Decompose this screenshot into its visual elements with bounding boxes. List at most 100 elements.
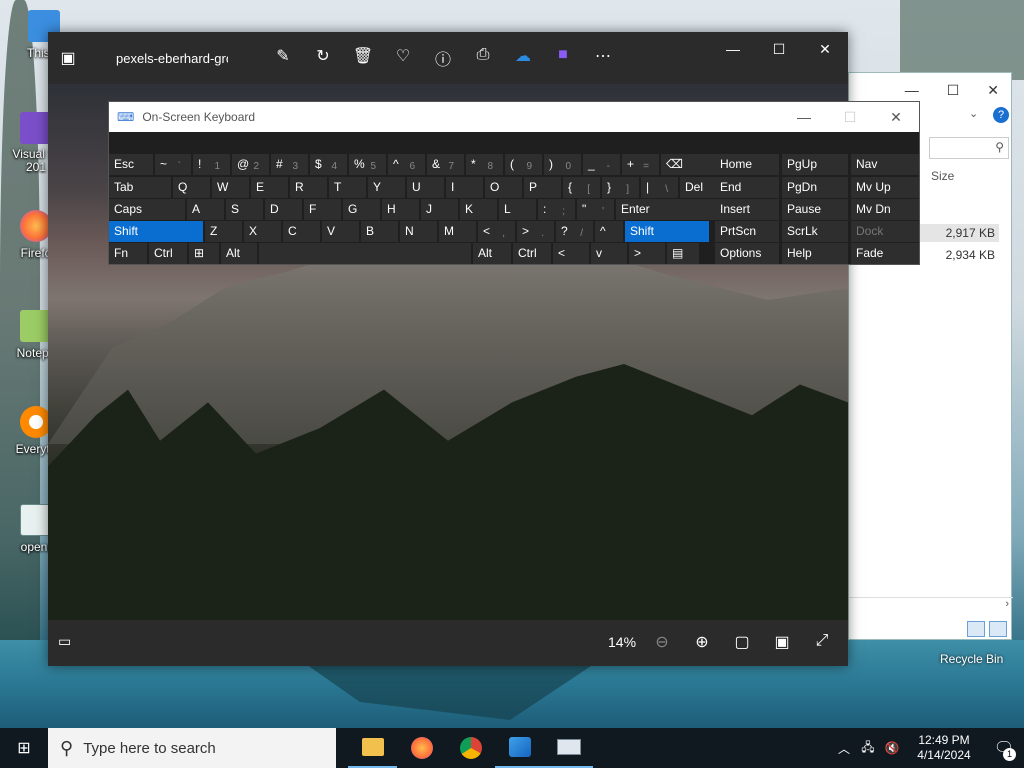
osk-key[interactable]: @2 bbox=[232, 154, 269, 175]
explorer-search-box[interactable]: ⚲ bbox=[929, 137, 1009, 159]
osk-key[interactable]: Caps bbox=[109, 199, 185, 220]
maximize-icon[interactable]: ☐ bbox=[756, 32, 802, 66]
close-icon[interactable]: ✕ bbox=[802, 32, 848, 66]
osk-key[interactable]: #3 bbox=[271, 154, 308, 175]
osk-key[interactable] bbox=[259, 243, 471, 264]
osk-key[interactable]: ▤ bbox=[667, 243, 699, 264]
osk-key[interactable]: Tab bbox=[109, 177, 171, 198]
osk-key[interactable]: " ' bbox=[577, 199, 614, 220]
osk-key[interactable]: >. bbox=[517, 221, 554, 242]
osk-key[interactable]: V bbox=[322, 221, 359, 242]
network-icon[interactable]: 🖧 bbox=[856, 738, 880, 759]
horizontal-scrollbar[interactable]: › bbox=[849, 597, 1013, 613]
osk-key[interactable]: & 7 bbox=[427, 154, 464, 175]
osk-key[interactable]: H bbox=[382, 199, 419, 220]
osk-key[interactable]: <, bbox=[478, 221, 515, 242]
osk-nav-key[interactable]: End bbox=[715, 177, 779, 198]
osk-key[interactable]: W bbox=[212, 177, 249, 198]
osk-key[interactable]: * 8 bbox=[466, 154, 503, 175]
recycle-bin-label[interactable]: Recycle Bin bbox=[940, 652, 1003, 666]
osk-key[interactable]: ~ ` bbox=[155, 154, 191, 175]
help-icon[interactable]: ? bbox=[993, 107, 1009, 123]
osk-nav-key[interactable]: Nav bbox=[851, 154, 919, 175]
osk-key[interactable]: E bbox=[251, 177, 288, 198]
zoom-out-icon[interactable]: ⊖ bbox=[652, 632, 672, 652]
osk-taskbar-icon[interactable] bbox=[544, 728, 593, 768]
osk-key[interactable]: X bbox=[244, 221, 281, 242]
osk-nav-key[interactable]: PgUp bbox=[782, 154, 848, 175]
osk-key[interactable]: Fn bbox=[109, 243, 147, 264]
osk-nav-key[interactable]: Mv Up bbox=[851, 177, 919, 198]
osk-key[interactable]: (9 bbox=[505, 154, 542, 175]
osk-key[interactable]: ^ 6 bbox=[388, 154, 425, 175]
clock[interactable]: 12:49 PM 4/14/2024 bbox=[904, 733, 984, 763]
volume-muted-icon[interactable]: 🔇 bbox=[880, 741, 904, 755]
osk-key[interactable]: C bbox=[283, 221, 320, 242]
photos-taskbar-icon[interactable] bbox=[495, 728, 544, 768]
actual-size-icon[interactable]: ▣ bbox=[772, 632, 792, 652]
osk-key[interactable]: F bbox=[304, 199, 341, 220]
osk-key[interactable]: U bbox=[407, 177, 444, 198]
osk-key[interactable]: Q bbox=[173, 177, 210, 198]
osk-key[interactable]: K bbox=[460, 199, 497, 220]
osk-key[interactable]: M bbox=[439, 221, 476, 242]
osk-key[interactable]: + = bbox=[622, 154, 659, 175]
large-icons-view-icon[interactable] bbox=[989, 621, 1007, 637]
maximize-icon[interactable]: ☐ bbox=[947, 82, 960, 99]
maximize-icon[interactable]: ☐ bbox=[827, 102, 873, 132]
osk-key[interactable]: T bbox=[329, 177, 366, 198]
osk-key[interactable]: Alt bbox=[221, 243, 257, 264]
column-header-size[interactable]: Size bbox=[931, 169, 954, 183]
osk-key[interactable]: Ctrl bbox=[149, 243, 187, 264]
osk-key[interactable]: ^ bbox=[595, 221, 623, 242]
minimize-icon[interactable]: — bbox=[905, 82, 919, 98]
firefox-taskbar-icon[interactable] bbox=[397, 728, 446, 768]
osk-key[interactable]: }] bbox=[602, 177, 639, 198]
osk-key[interactable]: B bbox=[361, 221, 398, 242]
osk-key[interactable]: ⌫ bbox=[661, 154, 719, 175]
clipchamp-icon[interactable]: ■ bbox=[552, 46, 574, 70]
osk-key[interactable]: Esc bbox=[109, 154, 153, 175]
osk-key[interactable]: _ - bbox=[583, 154, 620, 175]
osk-key[interactable]: G bbox=[343, 199, 380, 220]
osk-key[interactable]: Y bbox=[368, 177, 405, 198]
details-view-icon[interactable] bbox=[967, 621, 985, 637]
osk-nav-key[interactable]: Dock bbox=[851, 221, 919, 242]
minimize-icon[interactable]: — bbox=[781, 102, 827, 132]
osk-key[interactable]: Del bbox=[680, 177, 720, 198]
fullscreen-icon[interactable]: ⤢ bbox=[812, 632, 832, 652]
osk-key[interactable]: J bbox=[421, 199, 458, 220]
more-icon[interactable]: ⋯ bbox=[592, 46, 614, 70]
chevron-down-icon[interactable]: ⌄ bbox=[969, 107, 978, 120]
osk-key[interactable]: ) 0 bbox=[544, 154, 581, 175]
osk-key[interactable]: S bbox=[226, 199, 263, 220]
osk-key[interactable]: Shift bbox=[109, 221, 203, 242]
fit-icon[interactable]: ▢ bbox=[732, 632, 752, 652]
rotate-icon[interactable]: ↻ bbox=[312, 46, 334, 70]
print-icon[interactable]: ⎙ bbox=[472, 46, 494, 70]
osk-nav-key[interactable]: Pause bbox=[782, 199, 848, 220]
osk-key[interactable]: A bbox=[187, 199, 224, 220]
close-icon[interactable]: ✕ bbox=[873, 102, 919, 132]
osk-nav-key[interactable]: Options bbox=[715, 243, 779, 264]
onedrive-icon[interactable]: ☁ bbox=[512, 46, 534, 70]
osk-key[interactable]: N bbox=[400, 221, 437, 242]
heart-icon[interactable]: ♡ bbox=[392, 46, 414, 70]
file-explorer-taskbar-icon[interactable] bbox=[348, 728, 397, 768]
osk-key[interactable]: ⊞ bbox=[189, 243, 219, 264]
osk-key[interactable]: I bbox=[446, 177, 483, 198]
chrome-taskbar-icon[interactable] bbox=[446, 728, 495, 768]
osk-key[interactable]: O bbox=[485, 177, 522, 198]
filmstrip-icon[interactable]: ▭ bbox=[58, 633, 71, 650]
minimize-icon[interactable]: — bbox=[710, 32, 756, 66]
osk-key[interactable]: % 5 bbox=[349, 154, 386, 175]
osk-nav-key[interactable]: Home bbox=[715, 154, 779, 175]
edit-icon[interactable]: ✎ bbox=[272, 46, 294, 70]
taskbar-search[interactable]: ⚲ Type here to search bbox=[48, 728, 336, 768]
osk-key[interactable]: P bbox=[524, 177, 561, 198]
osk-key[interactable]: L bbox=[499, 199, 536, 220]
osk-key[interactable]: R bbox=[290, 177, 327, 198]
osk-key[interactable]: Alt bbox=[473, 243, 511, 264]
osk-nav-key[interactable]: PgDn bbox=[782, 177, 848, 198]
osk-key[interactable]: {[ bbox=[563, 177, 600, 198]
